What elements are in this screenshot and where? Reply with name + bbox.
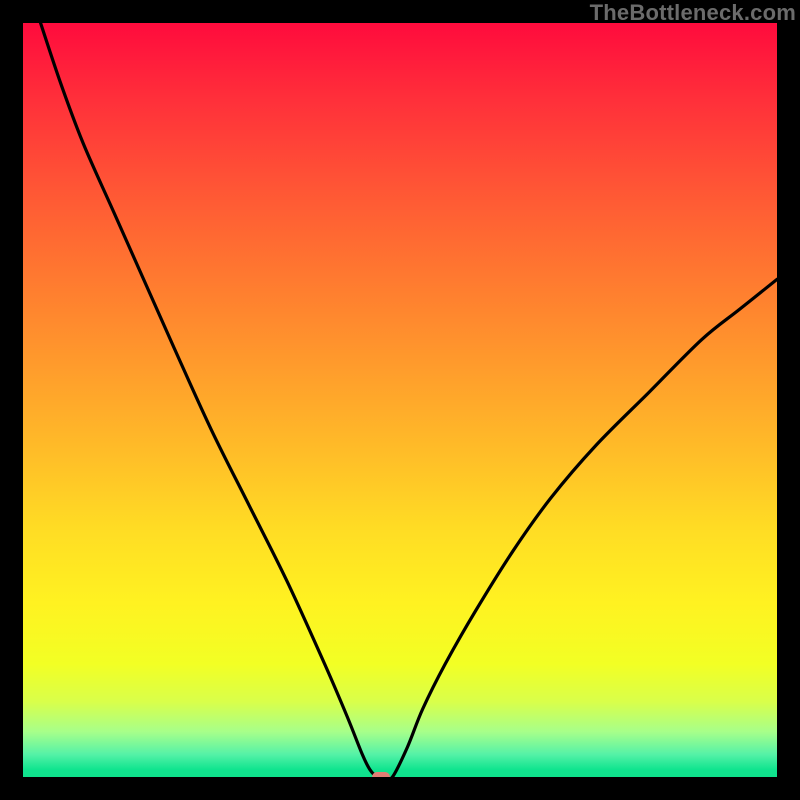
bottleneck-curve: [23, 23, 777, 777]
optimum-marker: [372, 772, 390, 777]
watermark-text: TheBottleneck.com: [590, 0, 796, 26]
plot-area: [23, 23, 777, 777]
chart-frame: TheBottleneck.com: [0, 0, 800, 800]
